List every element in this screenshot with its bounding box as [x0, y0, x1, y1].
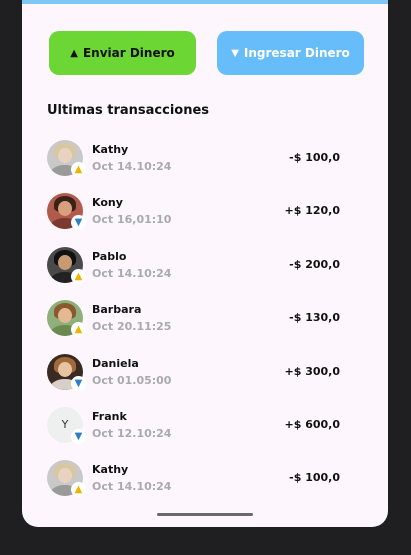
transaction-date: Oct 20.11:25 — [92, 320, 172, 334]
contact-name: Kony — [92, 196, 123, 210]
transaction-list: ▲ Kathy Oct 14.10:24 -$ 100,0 ▼ Kony Oct… — [22, 131, 388, 505]
transaction-row[interactable]: ▲ Kathy Oct 14.10:24 -$ 100,0 — [22, 451, 388, 504]
contact-name: Kathy — [92, 463, 129, 477]
transaction-date: Oct 14.10:24 — [92, 266, 172, 280]
transaction-amount: -$ 130,0 — [289, 311, 340, 325]
transaction-date: Oct 14.10:24 — [92, 160, 172, 173]
transaction-amount: +$ 300,0 — [284, 364, 341, 378]
transaction-row[interactable]: ▼ Kony Oct 16,01:10 +$ 120,0 — [22, 184, 388, 237]
send-money-button[interactable]: ▲ Enviar Dinero — [49, 31, 196, 75]
home-indicator[interactable] — [157, 513, 253, 516]
transaction-amount: -$ 100,0 — [289, 471, 340, 485]
contact-name: Daniela — [92, 356, 139, 370]
transaction-row[interactable]: ▼ Daniela Oct 01.05:00 +$ 300,0 — [22, 345, 388, 398]
outgoing-arrow-icon: ▲ — [71, 482, 86, 498]
transaction-date: Oct 16,01:10 — [92, 213, 172, 227]
contact-name: Pablo — [92, 249, 127, 263]
transaction-date: Oct 12.10:24 — [92, 426, 172, 440]
receive-money-button[interactable]: ▼ Ingresar Dinero — [217, 31, 364, 75]
transaction-amount: +$ 600,0 — [284, 417, 341, 431]
arrow-up-icon: ▲ — [70, 47, 78, 59]
app-screen: ▲ Enviar Dinero ▼ Ingresar Dinero Ultima… — [22, 0, 388, 527]
incoming-arrow-icon: ▼ — [71, 215, 86, 231]
transaction-row[interactable]: ▲ Kathy Oct 14.10:24 -$ 100,0 — [22, 131, 388, 184]
section-title: Ultimas transacciones — [47, 103, 210, 118]
transaction-date: Oct 01.05:00 — [92, 373, 172, 387]
top-accent-bar — [22, 0, 388, 4]
contact-name: Barbara — [92, 303, 142, 317]
incoming-arrow-icon: ▼ — [71, 428, 86, 444]
outgoing-arrow-icon: ▲ — [71, 268, 86, 284]
outgoing-arrow-icon: ▲ — [71, 322, 86, 338]
arrow-down-icon: ▼ — [231, 47, 239, 59]
send-money-label: Enviar Dinero — [82, 46, 175, 60]
transaction-row[interactable]: ▲ Barbara Oct 20.11:25 -$ 130,0 — [22, 291, 388, 344]
transaction-date: Oct 14.10:24 — [92, 480, 172, 494]
transaction-amount: +$ 120,0 — [284, 204, 341, 218]
receive-money-label: Ingresar Dinero — [243, 46, 350, 60]
contact-name: Frank — [92, 409, 127, 423]
transaction-amount: -$ 100,0 — [289, 151, 340, 164]
contact-name: Kathy — [92, 143, 129, 156]
incoming-arrow-icon: ▼ — [71, 375, 86, 391]
transaction-row[interactable]: ▲ Pablo Oct 14.10:24 -$ 200,0 — [22, 238, 388, 291]
transaction-row[interactable]: Y ▼ Frank Oct 12.10:24 +$ 600,0 — [22, 398, 388, 451]
transaction-amount: -$ 200,0 — [289, 257, 340, 271]
outgoing-arrow-icon: ▲ — [71, 162, 86, 177]
